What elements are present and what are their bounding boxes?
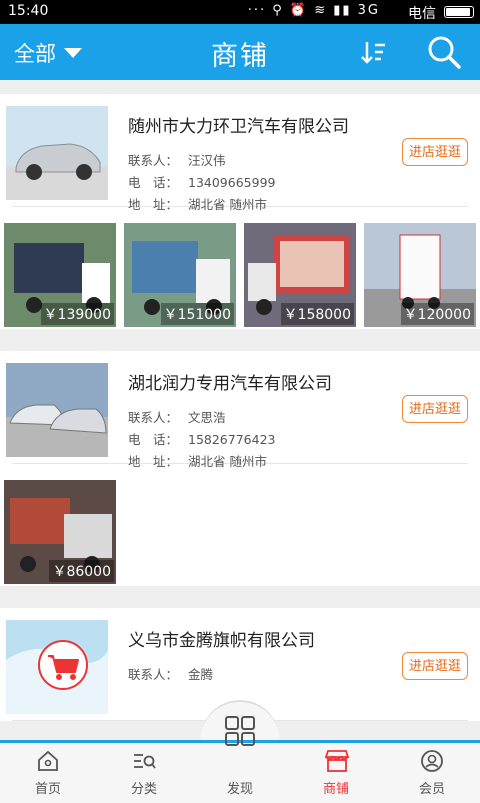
nav-home[interactable]: 首页 xyxy=(0,743,96,803)
shop-header[interactable]: 随州市大力环卫汽车有限公司 联系人： 汪汉伟 电 话： 13409665999 地 … xyxy=(6,94,468,212)
shop-contact: 联系人： 文思浩 xyxy=(128,407,226,426)
cart-button[interactable] xyxy=(38,640,88,690)
nav-member[interactable]: 会员 xyxy=(384,743,480,803)
member-icon xyxy=(421,750,443,772)
nav-label: 分类 xyxy=(130,782,157,797)
page-title: 商铺 xyxy=(211,41,269,72)
shop-thumbnail[interactable] xyxy=(6,363,108,457)
phone-value[interactable]: 13409665999 xyxy=(188,175,275,190)
status-icons: ··· ⚲ ⏰ ≋ ▮▮ 3G xyxy=(247,3,380,18)
contact-label: 联系人： xyxy=(128,153,179,168)
product-price: ￥158000 xyxy=(280,303,354,325)
phone-value[interactable]: 15826776423 xyxy=(188,432,275,447)
product-tile[interactable]: ￥151000 xyxy=(124,223,236,327)
product-price: ￥151000 xyxy=(160,303,234,325)
visit-shop-button[interactable]: 进店逛逛 xyxy=(402,395,468,423)
home-icon xyxy=(38,750,58,771)
product-strip: ￥139000 ￥151000 ￥158000 ￥120000 xyxy=(0,207,480,329)
bottom-nav: 首页 分类 发现 商铺 会员 xyxy=(0,716,480,803)
contact-label: 联系人： xyxy=(128,410,179,425)
discover-icon xyxy=(225,716,255,746)
product-tile[interactable]: ￥86000 xyxy=(4,480,116,584)
shop-contact: 联系人： 金腾 xyxy=(128,664,213,683)
nav-discover[interactable]: 发现 xyxy=(192,716,288,803)
product-price: ￥120000 xyxy=(400,303,474,325)
cart-icon xyxy=(48,655,79,680)
product-tile[interactable]: ￥158000 xyxy=(244,223,356,327)
shop-thumbnail[interactable] xyxy=(6,106,108,200)
product-price: ￥139000 xyxy=(40,303,114,325)
nav-label: 会员 xyxy=(418,782,445,797)
shop-phone: 电 话： 15826776423 xyxy=(128,429,275,448)
shop-name[interactable]: 湖北润力专用汽车有限公司 xyxy=(128,369,332,394)
sort-icon[interactable] xyxy=(360,38,388,66)
shop-icon xyxy=(324,750,350,772)
visit-shop-button[interactable]: 进店逛逛 xyxy=(402,652,468,680)
shop-contact: 联系人： 汪汉伟 xyxy=(128,150,226,169)
nav-category[interactable]: 分类 xyxy=(96,743,192,803)
status-time: 15:40 xyxy=(8,3,49,19)
contact-value: 汪汉伟 xyxy=(188,153,226,168)
shop-card: 湖北润力专用汽车有限公司 联系人： 文思浩 电 话： 15826776423 地 址… xyxy=(0,351,480,586)
visit-shop-button[interactable]: 进店逛逛 xyxy=(402,138,468,166)
shop-name[interactable]: 义乌市金腾旗帜有限公司 xyxy=(128,626,315,651)
product-strip: ￥86000 xyxy=(0,464,480,586)
shop-phone: 电 话： 13409665999 xyxy=(128,172,275,191)
nav-shop[interactable]: 商铺 xyxy=(288,743,384,803)
category-icon xyxy=(134,754,156,769)
product-tile[interactable]: ￥139000 xyxy=(4,223,116,327)
product-price: ￥86000 xyxy=(49,560,114,582)
search-icon[interactable] xyxy=(426,34,462,70)
product-tile[interactable]: ￥120000 xyxy=(364,223,476,327)
phone-label: 电 话： xyxy=(128,432,179,447)
phone-label: 电 话： xyxy=(128,175,179,190)
nav-label: 发现 xyxy=(226,782,253,797)
shop-card: 随州市大力环卫汽车有限公司 联系人： 汪汉伟 电 话： 13409665999 地 … xyxy=(0,94,480,329)
nav-label: 商铺 xyxy=(322,782,349,797)
shop-name[interactable]: 随州市大力环卫汽车有限公司 xyxy=(128,112,349,137)
status-bar: 15:40 ··· ⚲ ⏰ ≋ ▮▮ 3G 电信 xyxy=(0,0,480,24)
nav-label: 首页 xyxy=(34,782,61,797)
contact-label: 联系人： xyxy=(128,667,179,682)
contact-value: 金腾 xyxy=(188,667,214,682)
battery-icon xyxy=(444,6,474,18)
app-header: 全部 商铺 xyxy=(0,24,480,80)
contact-value: 文思浩 xyxy=(188,410,226,425)
shop-header[interactable]: 湖北润力专用汽车有限公司 联系人： 文思浩 电 话： 15826776423 地 址… xyxy=(6,351,468,469)
status-carrier: 电信 xyxy=(408,6,436,22)
